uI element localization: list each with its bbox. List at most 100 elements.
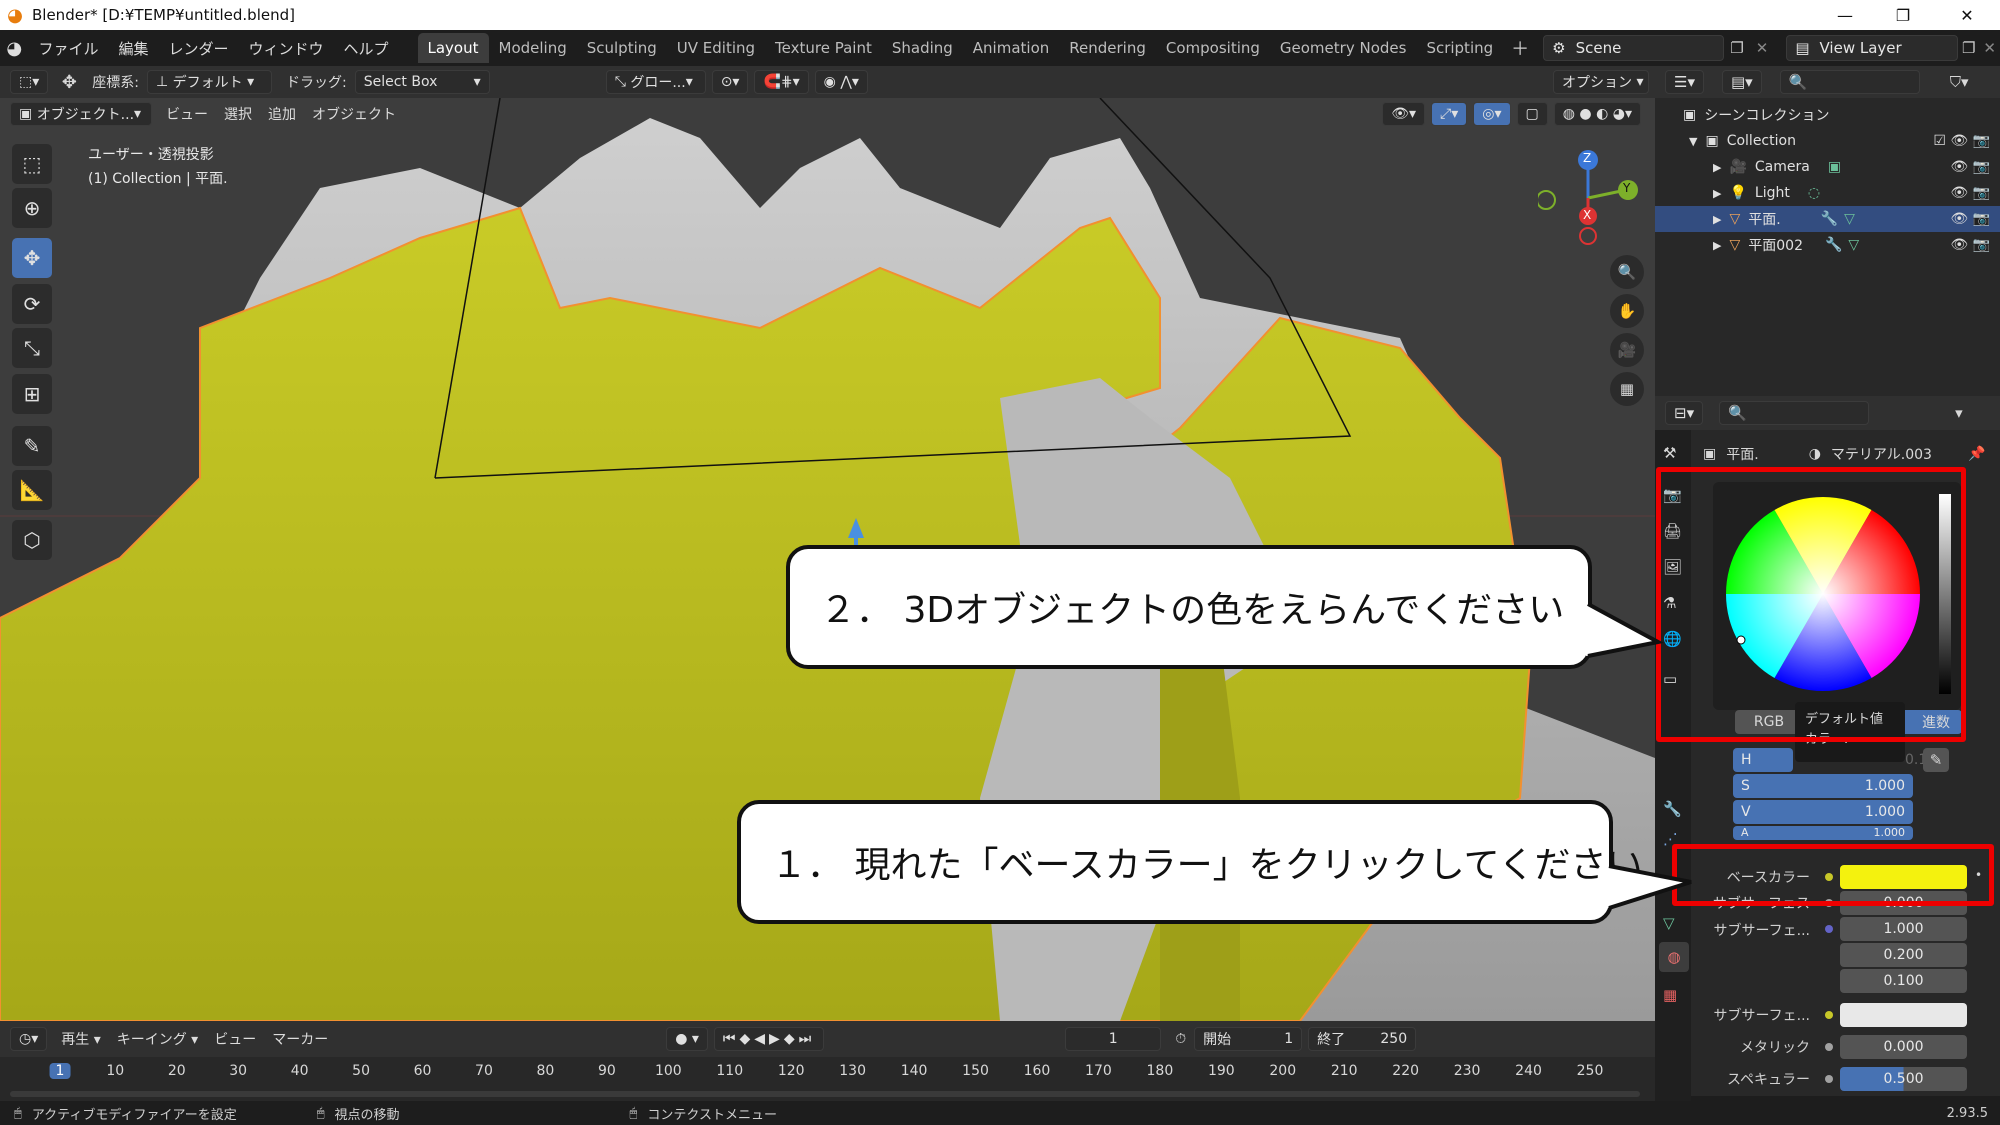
ortho-grid-icon[interactable]: ▦ [1610, 372, 1644, 406]
proportional-edit-icon[interactable]: ◉ ⋀▾ [814, 70, 868, 94]
outliner-item-camera[interactable]: ▶ 🎥 Camera ▣ 👁 📷 [1655, 154, 2000, 180]
add-cube-tool-icon[interactable]: ⬡ [12, 520, 52, 560]
menu-view[interactable]: ビュー [158, 104, 216, 124]
pivot-point-icon[interactable]: ⊙▾ [711, 70, 749, 94]
row-visibility-icons[interactable]: 👁 📷 [1950, 211, 1990, 227]
tab-uv-editing[interactable]: UV Editing [667, 33, 765, 63]
scene-selector[interactable]: ⚙ Scene [1543, 35, 1725, 61]
subsurface-radius-x[interactable]: 1.000 [1840, 917, 1967, 941]
subsurface-color-swatch[interactable] [1840, 1003, 1967, 1027]
cursor-tool-icon[interactable]: ⊕ [12, 188, 52, 228]
outliner-item-collection[interactable]: ▼ ▣ Collection ☑ 👁 📷 [1655, 128, 2000, 154]
menu-help[interactable]: ヘルプ [334, 38, 399, 59]
timeline-editor-icon[interactable]: ◷▾ [10, 1027, 48, 1051]
pivot-dropdown[interactable]: ⤡ グロー... ▾ [605, 70, 706, 94]
row-visibility-icons[interactable]: ☑ 👁 📷 [1933, 133, 1990, 149]
eyedropper-icon[interactable]: ✎ [1923, 748, 1949, 772]
transform-tool-icon[interactable]: ⊞ [12, 374, 52, 414]
playback-controls-icon[interactable]: ⏮◆◀▶◆⏭ [713, 1027, 825, 1051]
shading-modes-icon[interactable]: ◍ ● ◐ ◕▾ [1553, 102, 1641, 126]
specular-value[interactable]: 0.500 [1840, 1067, 1967, 1091]
outliner-item-plane002[interactable]: ▶ ▽ 平面002 🔧 ▽ 👁 📷 [1655, 232, 2000, 258]
view-layer-selector[interactable]: ▤ View Layer [1786, 35, 1958, 61]
close-button[interactable]: ✕ [1944, 0, 1990, 30]
keying-menu[interactable]: キーイング ▾ [109, 1029, 206, 1049]
socket-icon[interactable] [1825, 1011, 1833, 1019]
new-view-layer-icon[interactable]: ❐ [1958, 39, 1979, 57]
menu-file[interactable]: ファイル [28, 38, 108, 59]
editor-type-icon[interactable]: ⊟▾ [1665, 401, 1704, 425]
row-visibility-icons[interactable]: 👁 📷 [1950, 159, 1990, 175]
gizmo-toggle-icon[interactable]: ⤢▾ [1431, 102, 1468, 126]
blender-menu-icon[interactable]: ◕ [0, 38, 28, 59]
row-visibility-icons[interactable]: 👁 📷 [1950, 237, 1990, 253]
tab-animation[interactable]: Animation [963, 33, 1059, 63]
outliner-root[interactable]: ▣ シーンコレクション [1655, 102, 2000, 128]
subsurface-radius-y[interactable]: 0.200 [1840, 943, 1967, 967]
menu-edit[interactable]: 編集 [108, 38, 158, 59]
current-frame-indicator[interactable]: 1 [49, 1063, 71, 1079]
mode-dropdown[interactable]: ▣ オブジェクト... ▾ [10, 102, 152, 126]
pan-hand-icon[interactable]: ✋ [1610, 294, 1644, 328]
outliner-item-light[interactable]: ▶ 💡 Light ◌ 👁 📷 [1655, 180, 2000, 206]
filter-icon[interactable]: ⛉▾ [1950, 73, 1969, 91]
options-dropdown[interactable]: オプション ▾ [1553, 70, 1649, 94]
v-field[interactable]: V 1.000 [1733, 800, 1913, 824]
tab-modeling[interactable]: Modeling [489, 33, 577, 63]
menu-window[interactable]: ウィンドウ [239, 38, 334, 59]
annotate-tool-icon[interactable]: ✎ [12, 426, 52, 466]
visibility-icon[interactable]: 👁▾ [1382, 102, 1426, 126]
socket-icon[interactable] [1825, 925, 1833, 933]
row-visibility-icons[interactable]: 👁 📷 [1950, 185, 1990, 201]
specular-row[interactable]: スペキュラー 0.500 [1655, 1066, 2000, 1092]
tab-scripting[interactable]: Scripting [1416, 33, 1503, 63]
tab-compositing[interactable]: Compositing [1156, 33, 1270, 63]
a-field[interactable]: A 1.000 [1733, 826, 1913, 840]
outliner-search-icon[interactable]: 🔍 [1779, 70, 1920, 94]
delete-scene-icon[interactable]: ✕ [1750, 39, 1775, 57]
menu-select[interactable]: 選択 [216, 104, 260, 124]
pin-icon[interactable]: 📌 [1968, 446, 1985, 462]
new-scene-icon[interactable]: ❐ [1724, 39, 1749, 57]
metallic-row[interactable]: メタリック 0.000 [1655, 1034, 2000, 1060]
socket-icon[interactable] [1825, 1075, 1833, 1083]
timeline-view-menu[interactable]: ビュー [206, 1029, 264, 1049]
snap-icon[interactable]: 🧲⋕▾ [754, 70, 809, 94]
menu-add[interactable]: 追加 [260, 104, 304, 124]
delete-view-layer-icon[interactable]: ✕ [1979, 39, 2000, 57]
coord-dropdown[interactable]: ⊥ デフォルト ▾ [146, 70, 272, 94]
start-frame-field[interactable]: 開始 1 [1194, 1027, 1303, 1051]
xray-icon[interactable]: ▢ [1516, 102, 1548, 126]
tab-rendering[interactable]: Rendering [1059, 33, 1156, 63]
metallic-value[interactable]: 0.000 [1840, 1035, 1967, 1059]
record-icon[interactable]: ● ▾ [666, 1027, 708, 1051]
select-box-tool-icon[interactable]: ⬚ [12, 144, 52, 184]
timeline-scrollbar[interactable] [10, 1091, 1640, 1097]
playback-menu[interactable]: 再生 ▾ [53, 1029, 108, 1049]
display-mode-icon[interactable]: ☰▾ [1665, 70, 1704, 94]
end-frame-field[interactable]: 終了 250 [1308, 1027, 1417, 1051]
current-frame-field[interactable]: 1 [1065, 1027, 1162, 1051]
tab-geometry-nodes[interactable]: Geometry Nodes [1270, 33, 1417, 63]
menu-object[interactable]: オブジェクト [304, 104, 404, 124]
socket-icon[interactable] [1825, 1043, 1833, 1051]
s-field[interactable]: S 1.000 [1733, 774, 1913, 798]
timeline-ruler[interactable]: 1 10 20 30 40 50 60 70 80 90 100 110 120 130 140 150 160… [0, 1057, 1655, 1101]
outliner-item-plane[interactable]: ▶ ▽ 平面. 🔧 ▽ 👁 📷 [1655, 206, 2000, 232]
filter-mode-icon[interactable]: ▤▾ [1721, 70, 1762, 94]
tab-texture-paint[interactable]: Texture Paint [765, 33, 882, 63]
minimize-button[interactable]: — [1822, 0, 1868, 30]
drag-dropdown[interactable]: Select Box ▾ [354, 70, 490, 94]
subsurface-color-row[interactable]: サブサーフェ... [1655, 1002, 2000, 1028]
add-workspace-icon[interactable]: ＋ [1503, 35, 1537, 61]
move-tool-button-icon[interactable]: ✥ [12, 238, 52, 278]
scale-tool-icon[interactable]: ⤡ [12, 328, 52, 368]
camera-view-icon[interactable]: 🎥 [1610, 333, 1644, 367]
tab-sculpting[interactable]: Sculpting [577, 33, 667, 63]
chevron-down-icon[interactable]: ▾ [1955, 404, 1963, 422]
subsurface-radius-z[interactable]: 0.100 [1840, 969, 1967, 993]
properties-search-icon[interactable]: 🔍 [1719, 401, 1870, 425]
overlay-toggle-icon[interactable]: ◎▾ [1473, 102, 1511, 126]
tab-shading[interactable]: Shading [882, 33, 963, 63]
tool-tab-icon[interactable]: ⚒ [1663, 444, 1676, 462]
